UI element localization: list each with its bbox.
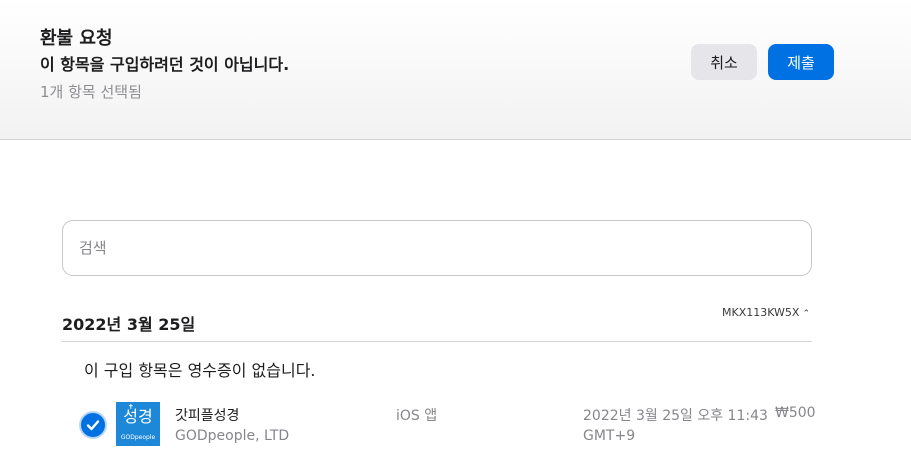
page-title: 환불 요청 xyxy=(40,28,113,49)
purchase-date: 2022년 3월 25일 오후 11:43 xyxy=(583,408,768,424)
app-icon-brand: GODpeople xyxy=(120,434,156,441)
app-name: 갓피플성경 xyxy=(175,408,240,424)
selected-count: 1개 항목 선택됨 xyxy=(40,83,142,101)
app-type: iOS 앱 xyxy=(396,408,438,424)
refund-header: 환불 요청 이 항목을 구입하려던 것이 아닙니다. 1개 항목 선택됨 취소 … xyxy=(0,0,911,140)
purchase-timezone: GMT+9 xyxy=(583,428,636,444)
item-price: ₩500 xyxy=(775,405,816,421)
item-checkbox[interactable] xyxy=(79,411,107,439)
receipt-note: 이 구입 항목은 영수증이 없습니다. xyxy=(84,361,316,380)
app-icon: ✝ 성경 GODpeople xyxy=(116,402,160,446)
order-divider xyxy=(62,341,812,342)
app-developer: GODpeople, LTD xyxy=(175,428,290,444)
order-id: MKX113KW5X xyxy=(722,306,800,319)
submit-button[interactable]: 제출 xyxy=(768,44,834,80)
order-id-toggle[interactable]: MKX113KW5X ⌃ xyxy=(722,306,810,319)
order-date: 2022년 3월 25일 xyxy=(62,315,196,334)
chevron-up-icon: ⌃ xyxy=(802,309,811,319)
refund-reason: 이 항목을 구입하려던 것이 아닙니다. xyxy=(40,55,290,74)
checkmark-icon xyxy=(86,420,100,431)
search-input[interactable] xyxy=(62,220,812,276)
cancel-button[interactable]: 취소 xyxy=(691,44,757,80)
app-icon-text: 성경 xyxy=(123,407,153,426)
